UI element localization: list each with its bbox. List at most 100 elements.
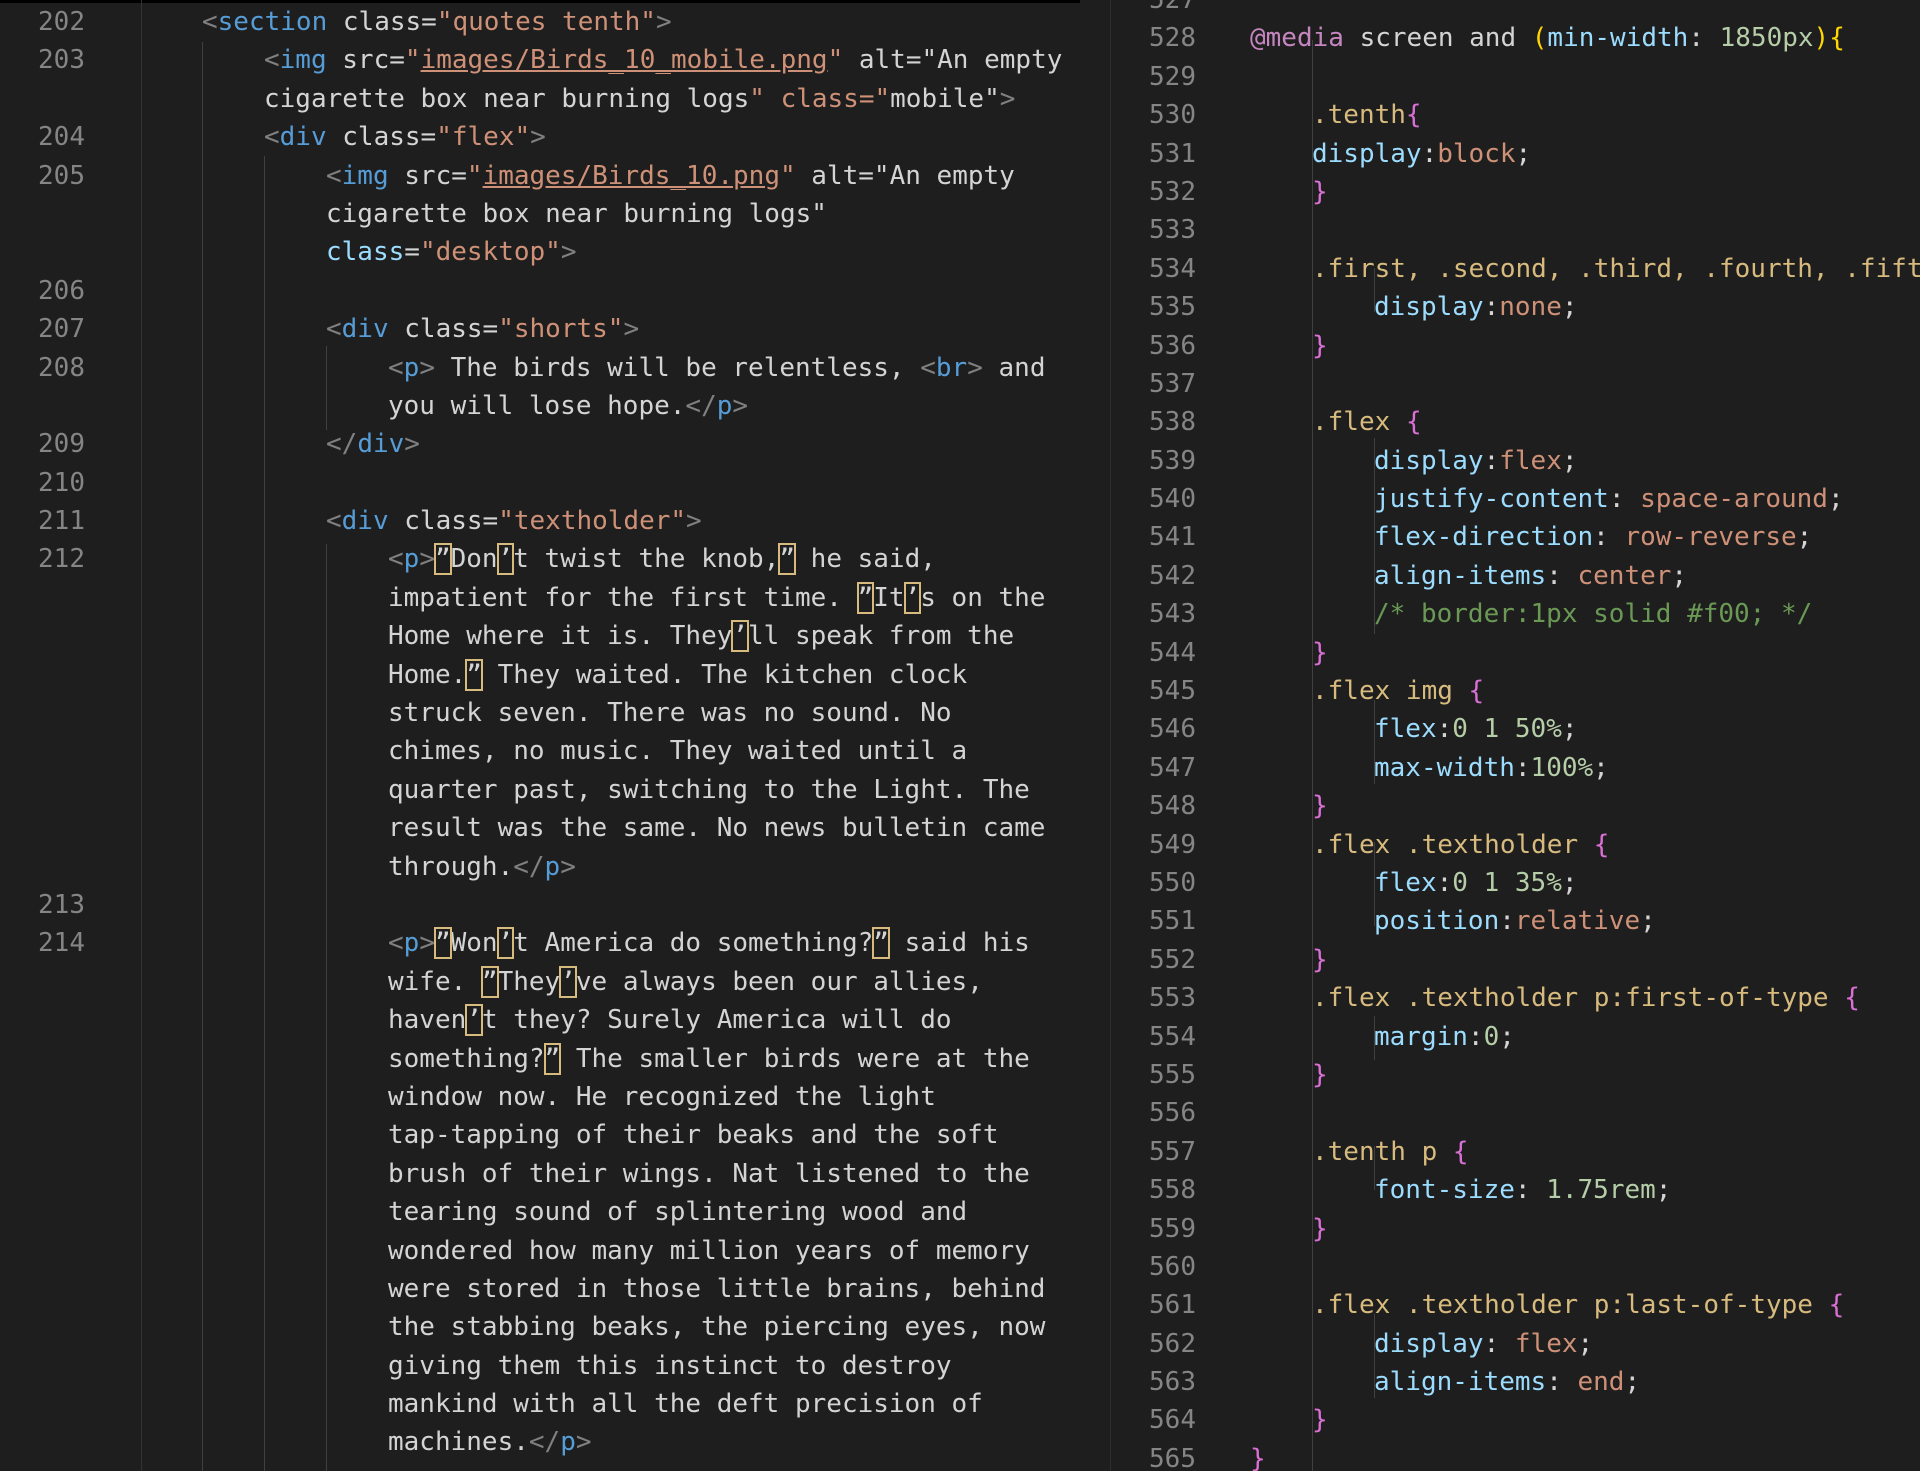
code-line[interactable]: 549 .flex .textholder { (1111, 826, 1920, 864)
code-line[interactable]: 560 (1111, 1248, 1920, 1286)
code-line[interactable]: machines.</p> (0, 1423, 1080, 1461)
code-line[interactable]: 544} (1111, 634, 1920, 672)
code-line[interactable]: 565} (1111, 1440, 1920, 1471)
code-line[interactable]: 559} (1111, 1210, 1920, 1248)
left-editor-pane[interactable]: 202 <section class="quotes tenth"> 203 <img… (0, 0, 1080, 1471)
code-line[interactable]: chimes, no music. They waited until a (0, 732, 1080, 770)
code-line[interactable]: 545 .flex img { (1111, 672, 1920, 710)
code-line[interactable]: 553 .flex .textholder p:first-of-type { (1111, 979, 1920, 1017)
line-number: 533 (1149, 215, 1196, 246)
code-line[interactable]: 537 (1111, 365, 1920, 403)
code-text: cigarette box near burning logs" (326, 198, 827, 229)
pane-divider[interactable] (1080, 0, 1111, 1471)
code-line[interactable]: you will lose hope.</p> (0, 387, 1080, 425)
line-number: 537 (1149, 368, 1196, 399)
code-line[interactable]: 561 .flex .textholder p:last-of-type { (1111, 1286, 1920, 1324)
code-line[interactable]: 209 </div> (0, 425, 1080, 463)
code-text: wondered how many million years of memor… (388, 1235, 1030, 1266)
code-line[interactable]: cigarette box near burning logs" class="… (0, 80, 1080, 118)
code-line[interactable]: 205 <img src="images/Birds_10.png" alt="A… (0, 157, 1080, 195)
code-text: .flex { (1312, 407, 1422, 438)
code-line[interactable]: 546 flex:0 1 50%; (1111, 710, 1920, 748)
code-line[interactable]: 535 display:none; (1111, 288, 1920, 326)
code-text: flex:0 1 50%; (1374, 714, 1578, 745)
code-line[interactable]: 533 (1111, 211, 1920, 249)
line-number: 527 (1149, 0, 1196, 15)
right-editor-pane[interactable]: 527 528 @media screen and (min-width: 1850… (1111, 0, 1920, 1471)
code-text: <p> The birds will be relentless, <br> a… (388, 352, 1046, 383)
code-line[interactable]: quarter past, switching to the Light. Th… (0, 771, 1080, 809)
code-line[interactable]: brush of their wings. Nat listened to th… (0, 1155, 1080, 1193)
code-line[interactable]: 204 <div class="flex"> (0, 118, 1080, 156)
code-line[interactable]: window now. He recognized the light (0, 1078, 1080, 1116)
code-line[interactable]: something?” The smaller birds were at th… (0, 1040, 1080, 1078)
code-line[interactable]: 214 <p>”Won’t America do something?” said… (0, 924, 1080, 962)
code-line[interactable]: 563 align-items: end; (1111, 1363, 1920, 1401)
indent-guide (326, 544, 327, 1471)
code-line[interactable]: 555} (1111, 1056, 1920, 1094)
code-line[interactable]: mankind with all the deft precision of (0, 1385, 1080, 1423)
code-line[interactable]: Home.” They waited. The kitchen clock (0, 656, 1080, 694)
code-line[interactable]: tearing sound of splintering wood and (0, 1193, 1080, 1231)
code-text: } (1312, 330, 1328, 361)
code-line[interactable]: 202 <section class="quotes tenth"> (0, 3, 1080, 41)
code-text: class="desktop"> (326, 237, 577, 268)
code-line[interactable]: 543 /* border:1px solid #f00; */ (1111, 595, 1920, 633)
code-line[interactable]: 208 <p> The birds will be relentless, <br… (0, 349, 1080, 387)
code-line[interactable]: 548} (1111, 787, 1920, 825)
code-line[interactable]: 207 <div class="shorts"> (0, 310, 1080, 348)
code-line[interactable]: 527 (1111, 0, 1920, 19)
code-line[interactable]: 541 flex-direction: row-reverse; (1111, 518, 1920, 556)
code-line[interactable]: 203 <img src="images/Birds_10_mobile.png"… (0, 41, 1080, 79)
code-line[interactable]: 536} (1111, 327, 1920, 365)
code-line[interactable]: Home where it is. They’ll speak from the (0, 617, 1080, 655)
line-number: 563 (1149, 1367, 1196, 1398)
code-line[interactable]: 538 .flex { (1111, 403, 1920, 441)
code-line[interactable]: giving them this instinct to destroy (0, 1347, 1080, 1385)
line-number: 561 (1149, 1290, 1196, 1321)
code-line[interactable]: 530 .tenth{ (1111, 96, 1920, 134)
code-line[interactable]: through.</p> (0, 848, 1080, 886)
code-line[interactable]: the stabbing beaks, the piercing eyes, n… (0, 1308, 1080, 1346)
css-code[interactable]: 527 528 @media screen and (min-width: 1850… (1111, 0, 1920, 1471)
code-line[interactable]: 211 <div class="textholder"> (0, 502, 1080, 540)
code-line[interactable]: 529 (1111, 58, 1920, 96)
code-line[interactable]: 551 position:relative; (1111, 902, 1920, 940)
code-text: wife. ”They’ve always been our allies, (388, 965, 983, 998)
code-line[interactable]: 542 align-items: center; (1111, 557, 1920, 595)
code-line[interactable]: wondered how many million years of memor… (0, 1232, 1080, 1270)
code-line[interactable]: 532} (1111, 173, 1920, 211)
code-line[interactable]: 554 margin:0; (1111, 1018, 1920, 1056)
indent-guide (1312, 40, 1313, 1471)
html-code[interactable]: 202 <section class="quotes tenth"> 203 <img… (0, 3, 1080, 1462)
code-text: were stored in those little brains, behi… (388, 1273, 1046, 1304)
code-line[interactable]: 213 (0, 886, 1080, 924)
code-line[interactable]: wife. ”They’ve always been our allies, (0, 963, 1080, 1001)
code-line[interactable]: 557 .tenth p { (1111, 1133, 1920, 1171)
code-line[interactable]: 531 display:block; (1111, 135, 1920, 173)
code-line[interactable]: haven’t they? Surely America will do (0, 1001, 1080, 1039)
code-line[interactable]: 206 (0, 272, 1080, 310)
code-line[interactable]: 558 font-size: 1.75rem; (1111, 1171, 1920, 1209)
code-line[interactable]: struck seven. There was no sound. No (0, 694, 1080, 732)
code-line[interactable]: cigarette box near burning logs" (0, 195, 1080, 233)
code-line[interactable]: 212 <p>”Don’t twist the knob,” he said, (0, 540, 1080, 578)
code-text: /* border:1px solid #f00; */ (1374, 599, 1813, 630)
code-line[interactable]: tap-tapping of their beaks and the soft (0, 1116, 1080, 1154)
code-line[interactable]: result was the same. No news bulletin ca… (0, 809, 1080, 847)
code-line[interactable]: 540 justify-content: space-around; (1111, 480, 1920, 518)
code-line[interactable]: 562 display: flex; (1111, 1325, 1920, 1363)
code-line[interactable]: 547 max-width:100%; (1111, 749, 1920, 787)
code-line[interactable]: 539 display:flex; (1111, 442, 1920, 480)
code-line[interactable]: class="desktop"> (0, 233, 1080, 271)
code-line[interactable]: 550 flex:0 1 35%; (1111, 864, 1920, 902)
code-line[interactable]: 552} (1111, 941, 1920, 979)
code-line[interactable]: impatient for the first time. ”It’s on t… (0, 579, 1080, 617)
code-line[interactable]: were stored in those little brains, behi… (0, 1270, 1080, 1308)
code-line[interactable]: 210 (0, 464, 1080, 502)
code-line[interactable]: 534 .first, .second, .third, .fourth, .fi… (1111, 250, 1920, 288)
line-number: 210 (38, 467, 85, 498)
code-line[interactable]: 556 (1111, 1094, 1920, 1132)
code-line[interactable]: 564} (1111, 1401, 1920, 1439)
code-line[interactable]: 528 @media screen and (min-width: 1850px)… (1111, 19, 1920, 57)
